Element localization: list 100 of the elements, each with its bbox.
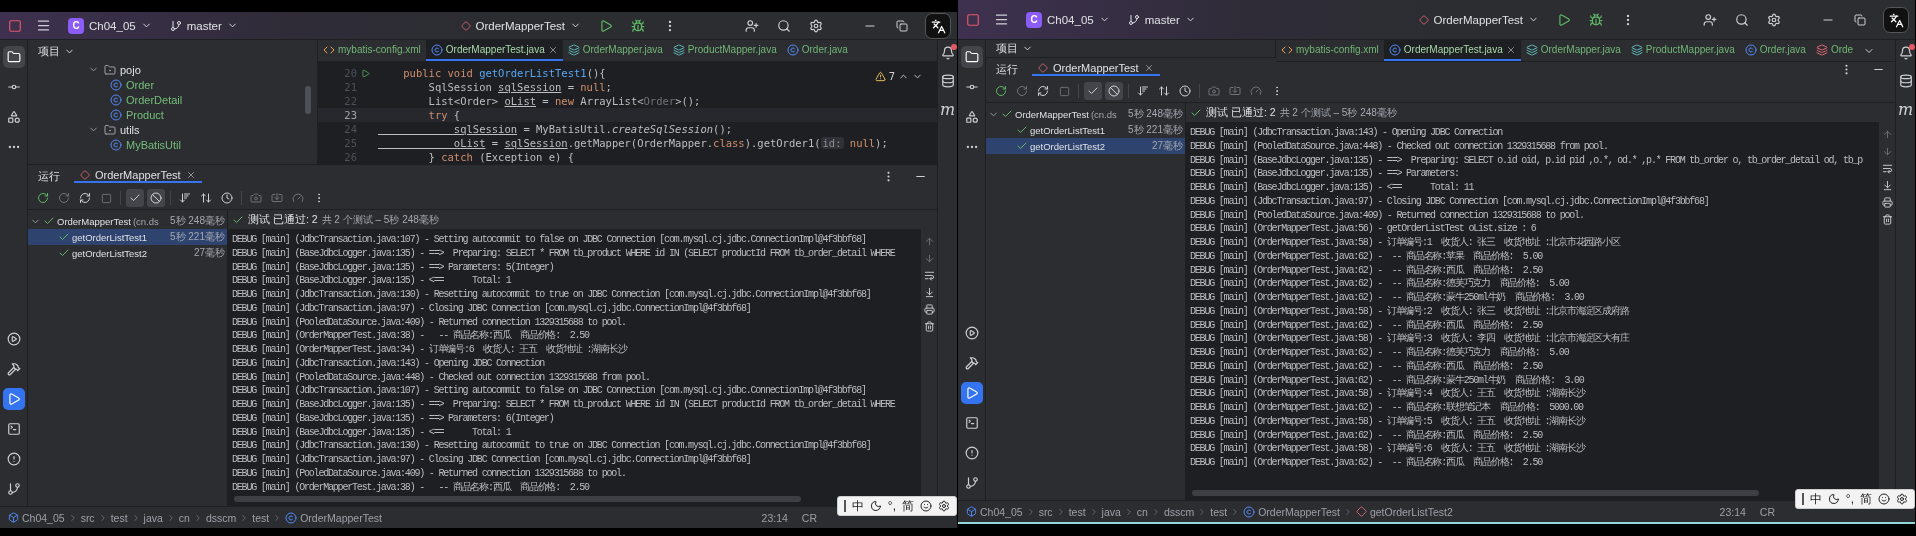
down-icon[interactable] [1881,146,1893,157]
editor-tab[interactable]: OrderMapper.java [1520,40,1626,61]
cursor-position[interactable]: 23:14 [1719,505,1746,518]
check-toggle-icon[interactable] [126,189,144,207]
moon-icon[interactable] [1827,493,1840,505]
test-tree-item[interactable]: getOrderListTest2 27毫秒 [28,245,227,261]
scroll-end-icon[interactable] [1881,180,1893,191]
ime-button[interactable]: 简 [1860,490,1872,508]
breadcrumb[interactable]: OrderMapperTest [285,511,382,524]
ime-button[interactable]: °, [887,499,896,513]
editor-tab[interactable]: mybatis-config.xml [1276,40,1384,61]
breadcrumb[interactable]: src [1038,505,1053,518]
tree-item[interactable]: Order [28,77,317,92]
editor-tab[interactable]: OrderMapper.java [562,40,668,61]
ime-button[interactable]: °, [1845,492,1854,506]
ban-toggle-icon[interactable] [147,189,165,207]
breadcrumb[interactable]: test [1068,505,1086,518]
close-icon[interactable] [1505,44,1516,55]
line-separator[interactable]: CR [801,511,817,524]
play-icon[interactable] [2,388,25,410]
tree-item[interactable]: OrderDetail [28,92,317,107]
line-separator[interactable]: CR [1759,505,1775,518]
moon-icon[interactable] [869,500,882,512]
maven-label[interactable]: m [1897,102,1914,118]
scroll-end-icon[interactable] [923,287,935,298]
folder-icon[interactable] [960,46,983,68]
up-icon[interactable] [1881,129,1893,140]
translate-icon[interactable] [925,13,951,39]
scrollbar[interactable] [305,86,311,114]
breadcrumb[interactable]: Ch04_05 [8,511,65,524]
editor-tab[interactable]: mybatis-config.xml [318,40,426,61]
breadcrumb[interactable]: Ch04_05 [966,505,1023,518]
test-tree-item[interactable]: OrderMapperTest (cn.ds 5秒 248毫秒 [28,213,227,229]
breadcrumb[interactable]: test [252,511,270,524]
breadcrumb[interactable]: getOrderListTest2 [1355,505,1453,518]
wrap-icon[interactable] [923,270,935,281]
down-icon[interactable] [923,253,935,264]
editor-tab[interactable]: Order.java [781,40,853,61]
run-config-selector[interactable]: OrderMapperTest [1414,8,1543,31]
app-logo-icon[interactable] [966,12,980,27]
settings-icon[interactable] [1896,493,1908,505]
folder-icon[interactable] [2,46,25,68]
project-selector[interactable]: C Ch04_05 [1022,8,1114,31]
bell-icon[interactable] [940,46,955,60]
run-tab[interactable]: OrderMapperTest [1032,62,1160,76]
close-icon[interactable] [1143,63,1154,73]
close-icon[interactable] [547,44,558,55]
run-tab[interactable]: OrderMapperTest [74,169,202,183]
test-tree-item[interactable]: getOrderListTest2 27毫秒 [986,138,1185,154]
close-icon[interactable] [185,170,196,180]
clock-icon[interactable] [218,189,236,207]
breadcrumb[interactable]: dsscm [1163,505,1195,518]
print-icon[interactable] [923,304,935,315]
editor-tab[interactable]: OrderMapperTest.java [1383,40,1521,61]
smile-icon[interactable] [1878,493,1890,505]
breadcrumb[interactable]: OrderMapperTest [1243,505,1340,518]
ime-button[interactable]: 中 [1809,490,1822,508]
ime-button[interactable]: 中 [851,497,864,515]
breadcrumb[interactable]: dsscm [205,511,237,524]
settings-icon[interactable] [938,500,950,512]
breadcrumb[interactable]: java [143,511,163,524]
clock-icon[interactable] [1176,82,1194,100]
smile-icon[interactable] [920,500,932,512]
editor-tab[interactable]: ProductMapper.java [667,40,782,61]
tree-item[interactable]: Product [28,107,317,122]
scrollbar[interactable] [1192,490,1759,496]
test-tree-item[interactable]: getOrderListTest1 5秒 221毫秒 [986,122,1185,138]
editor-tab[interactable]: ProductMapper.java [1625,40,1740,61]
branch-selector[interactable]: master [1123,8,1200,31]
play-icon[interactable] [960,382,983,404]
cursor-position[interactable]: 23:14 [761,511,788,524]
up-icon[interactable] [923,236,935,247]
ban-toggle-icon[interactable] [1105,82,1123,100]
tree-item[interactable]: MyBatisUtil [28,137,317,152]
project-panel-header[interactable]: 项目 [986,40,1043,57]
tree-item[interactable]: pojo [28,62,317,77]
app-logo-icon[interactable] [8,18,22,33]
print-icon[interactable] [1881,197,1893,208]
breadcrumb[interactable]: test [1210,505,1228,518]
bell-icon[interactable] [1898,46,1913,60]
run-gutter-icon[interactable] [361,68,370,78]
maven-label[interactable]: m [939,102,956,118]
tree-item[interactable]: utils [28,122,317,137]
branch-selector[interactable]: master [165,14,242,37]
breadcrumb[interactable]: java [1101,505,1121,518]
project-panel-header[interactable]: 项目 [28,40,85,62]
scrollbar[interactable] [234,496,801,502]
test-tree-item[interactable]: getOrderListTest1 5秒 221毫秒 [28,229,227,245]
trash-icon[interactable] [1881,214,1893,225]
breadcrumb[interactable]: test [110,511,128,524]
check-toggle-icon[interactable] [1084,82,1102,100]
project-selector[interactable]: C Ch04_05 [64,14,156,37]
test-tree-item[interactable]: OrderMapperTest (cn.ds 5秒 248毫秒 [986,106,1185,122]
breadcrumb[interactable]: cn [1136,505,1148,518]
ime-button[interactable]: 简 [902,497,914,515]
trash-icon[interactable] [923,321,935,332]
editor-tab[interactable]: Order.java [1739,40,1811,61]
run-config-selector[interactable]: OrderMapperTest [456,14,585,37]
wrap-icon[interactable] [1881,163,1893,174]
editor-tab[interactable]: OrderMapperTest.java [425,40,563,61]
